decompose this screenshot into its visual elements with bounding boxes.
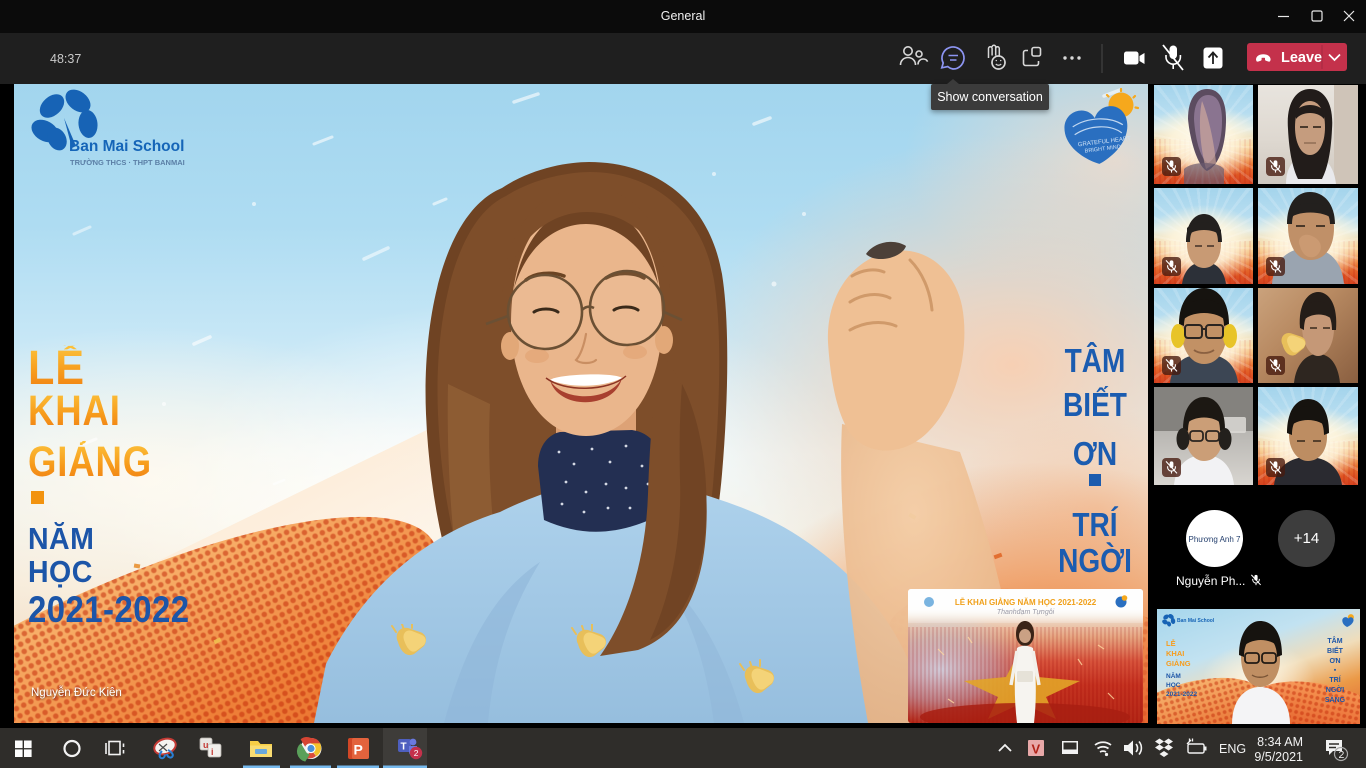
svg-text:Leave: Leave [1281, 50, 1322, 66]
svg-text:T: T [401, 742, 407, 753]
svg-text:V: V [1032, 742, 1041, 757]
svg-text:i: i [211, 747, 214, 757]
svg-text:8:34 AM: 8:34 AM [1257, 735, 1303, 749]
svg-text:Ban Mai School: Ban Mai School [1177, 618, 1215, 624]
svg-text:2: 2 [414, 748, 419, 758]
svg-text:P: P [354, 742, 363, 758]
svg-text:2: 2 [1339, 749, 1345, 761]
svg-text:u: u [203, 740, 209, 750]
svg-text:ENG: ENG [1219, 742, 1246, 756]
svg-text:TRƯỜNG THCS · THPT BANMAI: TRƯỜNG THCS · THPT BANMAI [70, 158, 185, 167]
svg-text:Ban Mai School: Ban Mai School [69, 138, 184, 155]
svg-text:9/5/2021: 9/5/2021 [1254, 750, 1303, 764]
